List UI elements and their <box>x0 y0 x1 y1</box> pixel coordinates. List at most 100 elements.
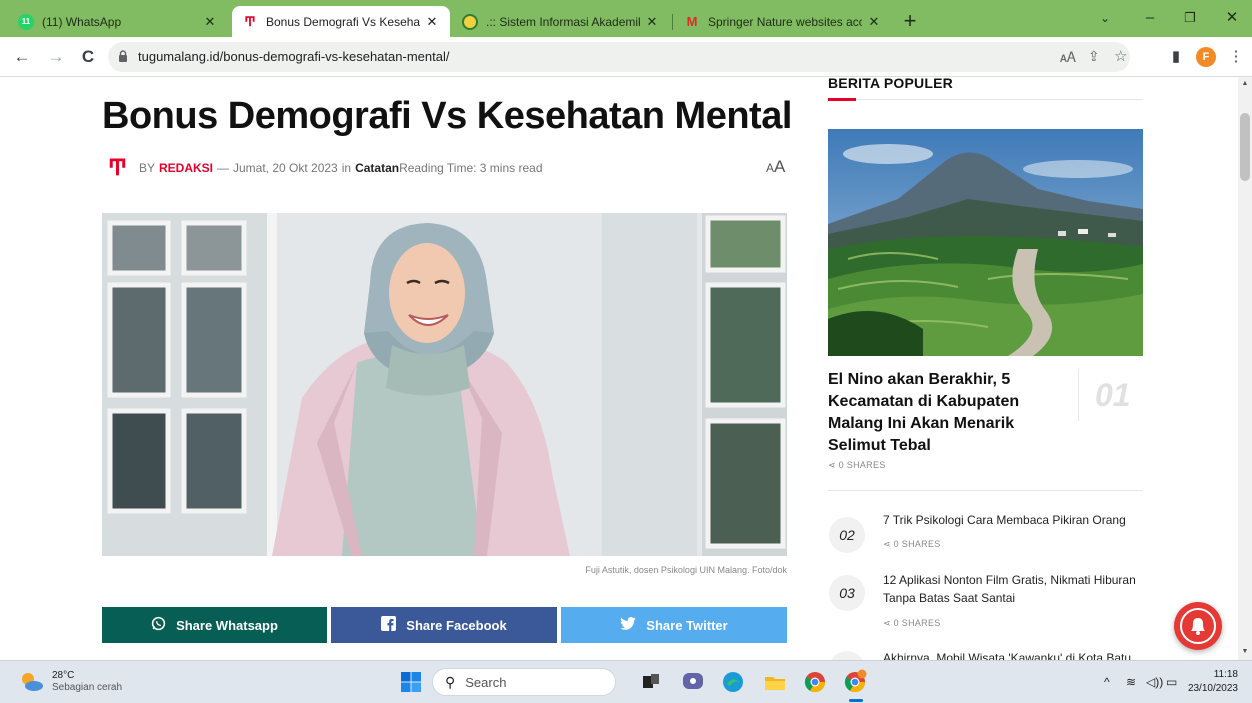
tab-springer[interactable]: M Springer Nature websites access ✕ <box>674 6 892 37</box>
rank-badge: 03 <box>829 575 865 611</box>
system-clock[interactable]: 11:18 23/10/2023 <box>1174 668 1238 696</box>
windows-start-icon[interactable] <box>398 669 424 695</box>
facebook-icon <box>381 616 397 634</box>
restore-icon[interactable]: ❐ <box>1170 6 1210 30</box>
scroll-down-icon[interactable]: ▼ <box>1238 648 1252 655</box>
share-icon[interactable]: ⇪ <box>1088 48 1100 65</box>
profile-avatar[interactable]: F <box>1196 47 1216 67</box>
edge-browser-icon[interactable] <box>720 669 746 695</box>
notification-bell-button[interactable] <box>1174 602 1222 650</box>
back-icon[interactable]: ← <box>10 45 34 69</box>
close-window-icon[interactable]: ✕ <box>1212 6 1252 30</box>
featured-shares: ⋖ 0 SHARES <box>828 460 886 471</box>
tab-siakad[interactable]: .:: Sistem Informasi Akademik Un ✕ <box>452 6 670 37</box>
weather-widget[interactable]: 28°C Sebagian cerah <box>18 669 122 695</box>
rank-divider <box>1078 369 1079 421</box>
translate-icon[interactable]: 🗚 <box>1060 49 1076 66</box>
chrome-menu-icon[interactable]: ⋮ <box>1224 45 1248 69</box>
tab-bonus-demografi[interactable]: Ͳ Bonus Demografi Vs Kesehatan M ✕ <box>232 6 450 37</box>
tab-whatsapp[interactable]: 11 (11) WhatsApp ✕ <box>8 6 228 37</box>
address-bar[interactable]: tugumalang.id/bonus-demografi-vs-kesehat… <box>108 42 1130 72</box>
close-icon[interactable]: ✕ <box>202 14 218 30</box>
tab-separator <box>672 14 673 30</box>
share-whatsapp-button[interactable]: Share Whatsapp <box>102 607 327 643</box>
reload-icon[interactable]: C <box>76 45 100 69</box>
new-tab-button[interactable]: + <box>896 8 924 36</box>
tab-search-icon[interactable]: ⌄ <box>1085 6 1125 30</box>
weather-condition: Sebagian cerah <box>52 682 123 693</box>
tab-label: .:: Sistem Informasi Akademik Un <box>486 14 640 29</box>
featured-article-image[interactable] <box>828 129 1143 356</box>
author-link[interactable]: REDAKSI <box>159 161 213 175</box>
volume-icon[interactable]: ◁)) <box>1146 675 1163 689</box>
shares-count: 0 SHARES <box>838 460 886 470</box>
popular-article-link[interactable]: 12 Aplikasi Nonton Film Gratis, Nikmati … <box>883 571 1145 607</box>
featured-article-title[interactable]: El Nino akan Berakhir, 5 Kecamatan di Ka… <box>828 369 1053 457</box>
sidebar-divider <box>828 99 1143 100</box>
browser-toolbar: ← → C tugumalang.id/bonus-demografi-vs-k… <box>0 37 1252 77</box>
page-scrollbar[interactable]: ▲ ▼ <box>1238 77 1252 660</box>
chrome-icon[interactable] <box>802 669 828 695</box>
article-meta: Ͳ BY REDAKSI — Jumat, 20 Okt 2023 in Cat… <box>108 155 547 180</box>
share-facebook-button[interactable]: Share Facebook <box>331 607 557 643</box>
share-label: Share Twitter <box>646 617 728 633</box>
share-count-icon: ⋖ <box>828 460 836 470</box>
by-label: BY <box>138 161 155 175</box>
task-view-icon[interactable] <box>638 669 664 695</box>
shares-count: 0 SHARES <box>893 618 941 628</box>
bell-icon <box>1180 608 1216 644</box>
twitter-icon <box>620 617 637 633</box>
reading-time: Reading Time: 3 mins read <box>399 161 543 175</box>
forward-icon[interactable]: → <box>44 45 68 69</box>
file-explorer-icon[interactable] <box>762 669 788 695</box>
side-panel-icon[interactable]: ▮ <box>1164 45 1188 69</box>
clock-time: 11:18 <box>1213 669 1238 680</box>
article-shares: ⋖ 0 SHARES <box>883 618 941 629</box>
share-twitter-button[interactable]: Share Twitter <box>561 607 787 643</box>
popular-article-link[interactable]: Akhirnya, Mobil Wisata 'Kawanku' di Kota… <box>883 649 1145 660</box>
popular-article-link[interactable]: 7 Trik Psikologi Cara Membaca Pikiran Or… <box>883 511 1145 529</box>
chevron-up-icon[interactable]: ^ <box>1104 675 1110 689</box>
image-caption: Fuji Astutik, dosen Psikologi UIN Malang… <box>585 565 787 575</box>
taskbar-search[interactable]: ⚲ Search <box>432 668 616 696</box>
bookmark-star-icon[interactable]: ☆ <box>1114 47 1127 65</box>
share-label: Share Facebook <box>406 617 507 633</box>
tugumalang-logo-icon: Ͳ <box>108 155 127 180</box>
teams-chat-icon[interactable] <box>680 669 706 695</box>
web-page: Bonus Demografi Vs Kesehatan Mental Ͳ BY… <box>0 77 1238 660</box>
featured-rank: 01 <box>1095 377 1131 413</box>
clock-date: 23/10/2023 <box>1187 683 1238 694</box>
article-hero-image <box>102 213 787 556</box>
tab-label: Springer Nature websites access <box>708 14 862 29</box>
shares-count: 0 SHARES <box>893 539 941 549</box>
font-size-toggle[interactable]: AA <box>766 157 785 177</box>
minimize-icon[interactable]: – <box>1130 6 1170 30</box>
tab-label: (11) WhatsApp <box>42 14 122 29</box>
url-text: tugumalang.id/bonus-demografi-vs-kesehat… <box>138 49 450 64</box>
search-icon: ⚲ <box>445 673 456 690</box>
scroll-thumb[interactable] <box>1240 113 1250 181</box>
close-icon[interactable]: ✕ <box>866 14 882 30</box>
article-shares: ⋖ 0 SHARES <box>883 539 941 550</box>
search-placeholder: Search <box>465 674 507 690</box>
wifi-icon[interactable]: ≋ <box>1126 675 1136 689</box>
tugumalang-favicon-icon: Ͳ <box>244 13 256 29</box>
partly-sunny-icon <box>22 673 43 691</box>
chrome-profile-icon[interactable] <box>842 669 868 695</box>
sidebar-accent-bar <box>828 98 856 101</box>
sidebar-divider <box>828 490 1143 491</box>
whatsapp-icon: 11 <box>18 13 34 30</box>
share-label: Share Whatsapp <box>176 617 278 633</box>
in-label: in <box>341 161 352 175</box>
rank-badge: 02 <box>829 517 865 553</box>
article-title: Bonus Demografi Vs Kesehatan Mental <box>102 95 792 137</box>
article-date: Jumat, 20 Okt 2023 <box>233 161 338 175</box>
close-icon[interactable]: ✕ <box>424 14 440 30</box>
university-favicon-icon <box>462 13 478 30</box>
active-app-indicator <box>849 699 863 702</box>
windows-taskbar: 28°C Sebagian cerah ⚲ Search ^ ≋ ◁)) ▭ 1… <box>0 660 1252 703</box>
category-link[interactable]: Catatan <box>355 161 399 175</box>
close-icon[interactable]: ✕ <box>644 14 660 30</box>
scroll-up-icon[interactable]: ▲ <box>1238 80 1252 87</box>
whatsapp-icon <box>151 616 166 634</box>
